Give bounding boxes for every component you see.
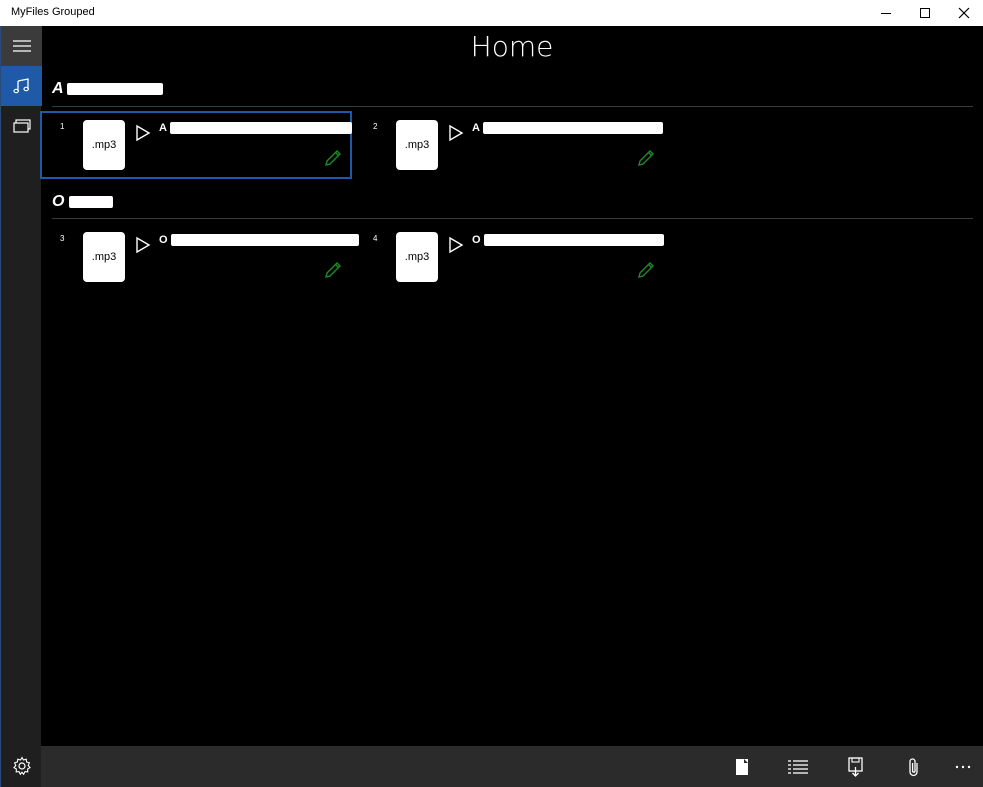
close-icon bbox=[958, 7, 969, 19]
maximize-icon bbox=[919, 8, 930, 18]
redacted-text bbox=[483, 234, 664, 247]
edit-pencil-icon[interactable] bbox=[636, 260, 656, 280]
command-bar bbox=[41, 746, 983, 787]
item-number: 2 bbox=[373, 122, 378, 131]
file-name: O bbox=[472, 234, 664, 247]
new-file-icon bbox=[736, 758, 748, 775]
new-file-button[interactable] bbox=[722, 746, 762, 787]
list-view-icon bbox=[788, 759, 808, 774]
item-number: 4 bbox=[373, 234, 378, 243]
file-item[interactable]: 2 .mp3 A bbox=[354, 112, 664, 178]
group-header-o: O bbox=[52, 193, 113, 211]
close-button[interactable] bbox=[944, 0, 983, 26]
settings-gear-icon bbox=[12, 756, 31, 776]
group-header-label: O bbox=[52, 193, 65, 210]
redacted-text bbox=[169, 122, 352, 135]
save-button[interactable] bbox=[836, 746, 876, 787]
file-item[interactable]: 1 .mp3 A bbox=[40, 111, 352, 179]
file-name: O bbox=[159, 234, 359, 247]
group-header-a: A bbox=[52, 80, 164, 98]
page-title: Home bbox=[470, 30, 554, 63]
edit-pencil-icon[interactable] bbox=[323, 260, 343, 280]
music-note-icon bbox=[12, 78, 29, 94]
redacted-text bbox=[170, 234, 359, 247]
maximize-button[interactable] bbox=[905, 0, 944, 26]
file-name: A bbox=[159, 122, 352, 135]
redacted-text bbox=[68, 195, 113, 208]
attach-icon bbox=[909, 757, 918, 776]
file-type-badge: .mp3 bbox=[396, 120, 438, 170]
more-icon bbox=[955, 765, 971, 768]
file-type-badge: .mp3 bbox=[83, 120, 125, 170]
group-divider bbox=[52, 218, 973, 219]
attach-button[interactable] bbox=[894, 746, 934, 787]
group-divider bbox=[52, 106, 973, 107]
settings-button[interactable] bbox=[1, 746, 42, 786]
file-item[interactable]: 3 .mp3 O bbox=[41, 224, 359, 290]
item-number: 1 bbox=[60, 122, 65, 131]
nav-item-gallery[interactable] bbox=[1, 106, 42, 146]
app-title: MyFiles Grouped bbox=[11, 6, 95, 18]
hamburger-menu-icon bbox=[12, 40, 31, 52]
nav-rail bbox=[0, 26, 42, 787]
file-type-badge: .mp3 bbox=[83, 232, 125, 282]
play-icon[interactable] bbox=[448, 124, 464, 142]
title-bar: MyFiles Grouped bbox=[0, 0, 983, 26]
item-number: 3 bbox=[60, 234, 65, 243]
file-name: A bbox=[472, 122, 663, 135]
group-header-label: A bbox=[52, 80, 63, 97]
edit-pencil-icon[interactable] bbox=[323, 148, 343, 168]
file-item[interactable]: 4 .mp3 O bbox=[354, 224, 664, 290]
gallery-icon bbox=[12, 119, 31, 133]
minimize-icon bbox=[880, 13, 891, 14]
nav-item-music[interactable] bbox=[1, 66, 42, 106]
list-view-button[interactable] bbox=[778, 746, 818, 787]
redacted-text bbox=[482, 122, 663, 135]
play-icon[interactable] bbox=[135, 236, 151, 254]
save-icon bbox=[848, 756, 863, 777]
more-button[interactable] bbox=[943, 746, 983, 787]
edit-pencil-icon[interactable] bbox=[636, 148, 656, 168]
play-icon[interactable] bbox=[135, 124, 151, 142]
redacted-text bbox=[67, 82, 164, 95]
hamburger-button[interactable] bbox=[1, 26, 42, 66]
file-type-badge: .mp3 bbox=[396, 232, 438, 282]
play-icon[interactable] bbox=[448, 236, 464, 254]
minimize-button[interactable] bbox=[866, 0, 905, 26]
